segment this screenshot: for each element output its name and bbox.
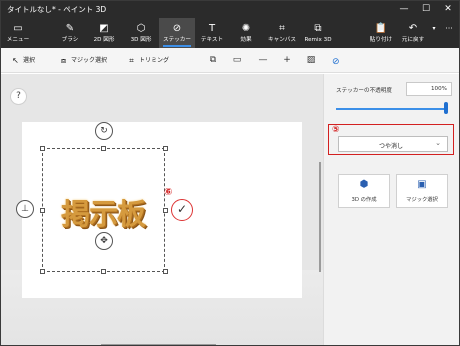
crop-tool[interactable]: ⌗ トリミング: [127, 55, 169, 66]
ribbon-undo-button[interactable]: ↶ 元に戻す: [398, 18, 428, 48]
ribbon-sticker-label: ステッカー: [163, 37, 191, 43]
finish-selected: つや消し: [379, 143, 404, 150]
undo-icon: ↶: [408, 23, 418, 34]
image-view-icon[interactable]: ▨: [305, 54, 317, 66]
ribbon: ▭ メニュー ✎ ブラシ ◩ 2D 図形 ⬡ 3D 図形 ⊘ ステッカー T テ…: [1, 18, 459, 48]
maximize-button[interactable]: ☐: [415, 1, 437, 18]
brush-icon: ✎: [65, 23, 75, 34]
rotate-3d-handle[interactable]: ✥: [95, 232, 113, 250]
stamp-icon: ⊥: [21, 204, 29, 214]
opacity-input[interactable]: 100%: [406, 82, 452, 96]
undo-history-chevron[interactable]: ▾: [429, 18, 439, 48]
magic-select-tool[interactable]: ⧈ マジック選択: [59, 55, 107, 66]
rotate-handle[interactable]: ↻: [95, 122, 113, 140]
ribbon-2d-shapes-button[interactable]: ◩ 2D 図形: [88, 18, 120, 48]
make-3d-label: 3D の作成: [351, 197, 377, 203]
ribbon-effects-label: 効果: [240, 37, 252, 43]
window-title: タイトルなし* - ペイント 3D: [7, 5, 107, 14]
ribbon-remix-button[interactable]: ⧉ Remix 3D: [301, 18, 335, 48]
ribbon-3d-shapes-button[interactable]: ⬡ 3D 図形: [125, 18, 157, 48]
close-button[interactable]: ✕: [437, 1, 459, 18]
rotate-3d-icon: ✥: [100, 236, 108, 246]
apply-sticker-button[interactable]: ✓: [171, 199, 193, 221]
chevron-down-icon: ⌄: [435, 139, 441, 147]
resize-handle[interactable]: [101, 269, 106, 274]
menu-icon: ▭: [13, 23, 23, 34]
ribbon-2d-shapes-label: 2D 図形: [93, 37, 115, 43]
comment-icon[interactable]: ▭: [231, 54, 243, 66]
crop-icon: ⌗: [129, 55, 134, 65]
more-icon: ···: [445, 24, 453, 33]
resize-handle[interactable]: [101, 146, 106, 151]
ribbon-3d-shapes-label: 3D 図形: [130, 37, 152, 43]
minimize-button[interactable]: —: [393, 1, 415, 18]
sticker-panel: ⊘ ステッカーの不透明度 100% ⑤ つや消し ⌄ ⬢ 3D の作成 ▣ マジ…: [323, 57, 459, 345]
app-window: タイトルなし* - ペイント 3D — ☐ ✕ ▭ メニュー ✎ ブラシ ◩ 2…: [0, 0, 460, 346]
resize-handle[interactable]: [163, 208, 168, 213]
chevron-down-icon: ▾: [432, 25, 436, 32]
magic-select-icon: ▣: [417, 179, 427, 190]
annotation-five: ⑤: [332, 125, 340, 135]
ribbon-sticker-button[interactable]: ⊘ ステッカー: [159, 18, 195, 48]
magic-select-panel-label: マジック選択: [406, 197, 438, 203]
help-button[interactable]: ?: [10, 88, 27, 105]
magic-select-icon: ⧈: [60, 55, 67, 65]
resize-handle[interactable]: [40, 146, 45, 151]
ribbon-brush-label: ブラシ: [61, 37, 79, 43]
ribbon-menu-label: メニュー: [6, 37, 30, 43]
opacity-label: ステッカーの不透明度: [336, 88, 392, 94]
stamp-button[interactable]: ⊥: [16, 200, 34, 218]
ribbon-canvas-label: キャンバス: [268, 37, 296, 43]
view-3d-icon[interactable]: ⧉: [207, 54, 219, 66]
resize-handle[interactable]: [40, 269, 45, 274]
select-tool[interactable]: ↖ 選択: [11, 55, 35, 65]
resize-handle[interactable]: [163, 269, 168, 274]
magic-select-panel-button[interactable]: ▣ マジック選択: [396, 174, 448, 208]
title-bar: タイトルなし* - ペイント 3D — ☐ ✕: [1, 1, 459, 18]
ribbon-paste-label: 貼り付け: [369, 37, 393, 43]
check-icon: ✓: [176, 202, 188, 216]
ribbon-text-label: テキスト: [200, 37, 224, 43]
sticker-text[interactable]: 掲示板: [61, 191, 146, 233]
ribbon-undo-label: 元に戻す: [401, 37, 425, 43]
annotation-six: ⑥: [164, 187, 173, 198]
remix-icon: ⧉: [314, 23, 322, 34]
finish-dropdown[interactable]: つや消し ⌄: [338, 136, 448, 152]
ribbon-menu-button[interactable]: ▭ メニュー: [3, 18, 33, 48]
more-button[interactable]: ···: [441, 18, 457, 48]
select-label: 選択: [23, 57, 36, 64]
ribbon-text-button[interactable]: T テキスト: [197, 18, 227, 48]
toolbar: ↖ 選択 ⧈ マジック選択 ⌗ トリミング ⧉ ▭ — + ▨: [1, 48, 459, 73]
resize-handle[interactable]: [163, 146, 168, 151]
zoom-in-button[interactable]: +: [281, 54, 293, 66]
zoom-out-button[interactable]: —: [257, 54, 269, 66]
canvas-icon: ⌗: [279, 23, 285, 34]
opacity-slider-thumb[interactable]: [444, 102, 448, 114]
magic-select-label: マジック選択: [71, 57, 108, 64]
resize-handle[interactable]: [40, 208, 45, 213]
sticker-icon: ⊘: [172, 23, 182, 34]
paste-icon: 📋: [374, 23, 388, 34]
effects-icon: ✺: [241, 23, 251, 34]
text-icon: T: [208, 23, 216, 34]
ribbon-effects-button[interactable]: ✺ 効果: [232, 18, 260, 48]
ribbon-paste-button[interactable]: 📋 貼り付け: [366, 18, 396, 48]
ribbon-brush-button[interactable]: ✎ ブラシ: [55, 18, 85, 48]
make-3d-button[interactable]: ⬢ 3D の作成: [338, 174, 390, 208]
cube-icon: ⬢: [359, 179, 369, 190]
cursor-icon: ↖: [12, 56, 19, 65]
vertical-scrollbar[interactable]: [319, 162, 321, 272]
ribbon-canvas-button[interactable]: ⌗ キャンバス: [264, 18, 300, 48]
rotate-icon: ↻: [100, 126, 108, 136]
shapes-2d-icon: ◩: [99, 23, 109, 34]
ribbon-remix-label: Remix 3D: [304, 37, 332, 43]
opacity-slider[interactable]: [336, 108, 446, 110]
sticker-panel-icon: ⊘: [332, 57, 340, 67]
crop-label: トリミング: [139, 57, 170, 64]
cube-icon: ⬡: [136, 23, 146, 34]
